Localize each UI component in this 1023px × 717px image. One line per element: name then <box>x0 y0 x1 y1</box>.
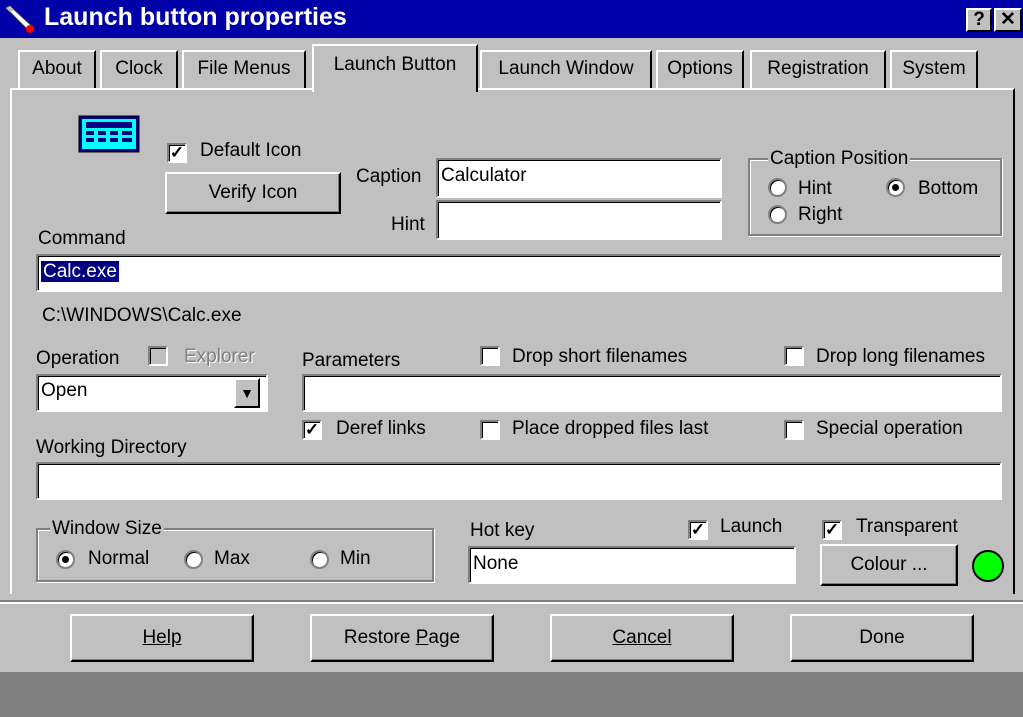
tab-registration[interactable]: Registration <box>750 50 886 88</box>
place-dropped-files-last-label: Place dropped files last <box>512 418 709 439</box>
window-size-max-label: Max <box>214 548 250 569</box>
caption-label: Caption <box>356 166 422 187</box>
operation-label: Operation <box>36 348 120 369</box>
operation-value: Open <box>41 380 88 401</box>
tab-launch-button[interactable]: Launch Button <box>312 44 478 92</box>
hint-input[interactable] <box>436 200 722 240</box>
tab-file-menus[interactable]: File Menus <box>182 50 306 88</box>
launch-checkbox[interactable]: ✓ <box>688 520 708 540</box>
done-button[interactable]: Done <box>790 614 974 662</box>
tab-clock[interactable]: Clock <box>100 50 178 88</box>
tab-about[interactable]: About <box>18 50 96 88</box>
command-resolved-path: C:\WINDOWS\Calc.exe <box>42 305 242 326</box>
chevron-down-icon[interactable]: ▼ <box>234 378 260 408</box>
app-icon <box>4 4 38 34</box>
working-directory-input[interactable] <box>36 462 1002 500</box>
explorer-checkbox[interactable] <box>148 346 168 366</box>
hint-label: Hint <box>391 214 425 235</box>
parameters-label: Parameters <box>302 350 401 371</box>
caption-bottom-radio[interactable] <box>886 178 905 197</box>
drop-long-filenames-checkbox[interactable] <box>784 346 804 366</box>
drop-short-filenames-checkbox[interactable] <box>480 346 500 366</box>
command-label: Command <box>38 228 126 249</box>
status-bar <box>0 672 1023 717</box>
command-selection: Calc.exe <box>41 261 119 282</box>
close-button[interactable]: ✕ <box>994 8 1022 32</box>
launch-label: Launch <box>720 516 783 537</box>
default-icon-checkbox[interactable]: ✓ <box>167 143 187 163</box>
command-input[interactable]: Calc.exe <box>36 254 1002 292</box>
colour-indicator <box>972 550 1004 582</box>
help-button[interactable]: Help <box>70 614 254 662</box>
restore-page-button[interactable]: Restore Page <box>310 614 494 662</box>
caption-hint-radio[interactable] <box>768 178 787 197</box>
tab-launch-window[interactable]: Launch Window <box>480 50 652 88</box>
transparent-checkbox[interactable]: ✓ <box>822 520 842 540</box>
verify-icon-button[interactable]: Verify Icon <box>165 172 341 214</box>
calculator-icon[interactable] <box>78 115 140 153</box>
caption-input[interactable]: Calculator <box>436 158 722 198</box>
deref-links-label: Deref links <box>336 418 426 439</box>
window-size-title: Window Size <box>50 518 164 540</box>
cancel-button[interactable]: Cancel <box>550 614 734 662</box>
caption-right-radio[interactable] <box>768 205 787 224</box>
window-size-normal-label: Normal <box>88 548 150 569</box>
tab-system[interactable]: System <box>890 50 978 88</box>
drop-long-filenames-label: Drop long filenames <box>816 346 985 367</box>
deref-links-checkbox[interactable]: ✓ <box>302 420 322 440</box>
footer-separator <box>0 600 1023 604</box>
caption-bottom-label: Bottom <box>918 178 979 199</box>
place-dropped-files-last-checkbox[interactable] <box>480 420 500 440</box>
window-size-normal-radio[interactable] <box>56 550 75 569</box>
window-size-min-radio[interactable] <box>310 550 329 569</box>
special-operation-label: Special operation <box>816 418 963 439</box>
special-operation-checkbox[interactable] <box>784 420 804 440</box>
help-caption-button[interactable]: ? <box>966 8 992 32</box>
hot-key-label: Hot key <box>470 520 535 541</box>
caption-hint-label: Hint <box>798 178 832 199</box>
drop-short-filenames-label: Drop short filenames <box>512 346 688 367</box>
colour-button[interactable]: Colour ... <box>820 544 958 586</box>
caption-right-label: Right <box>798 204 843 225</box>
working-directory-label: Working Directory <box>36 437 187 458</box>
caption-position-title: Caption Position <box>768 148 911 170</box>
hot-key-input[interactable]: None <box>468 546 796 584</box>
window-size-max-radio[interactable] <box>184 550 203 569</box>
transparent-label: Transparent <box>856 516 958 537</box>
parameters-input[interactable] <box>302 374 1002 412</box>
window-title: Launch button properties <box>44 3 347 31</box>
explorer-label: Explorer <box>184 346 255 367</box>
title-bar[interactable]: Launch button properties ? ✕ <box>0 0 1023 38</box>
tab-options[interactable]: Options <box>656 50 744 88</box>
default-icon-label: Default Icon <box>200 140 302 161</box>
window-size-min-label: Min <box>340 548 371 569</box>
